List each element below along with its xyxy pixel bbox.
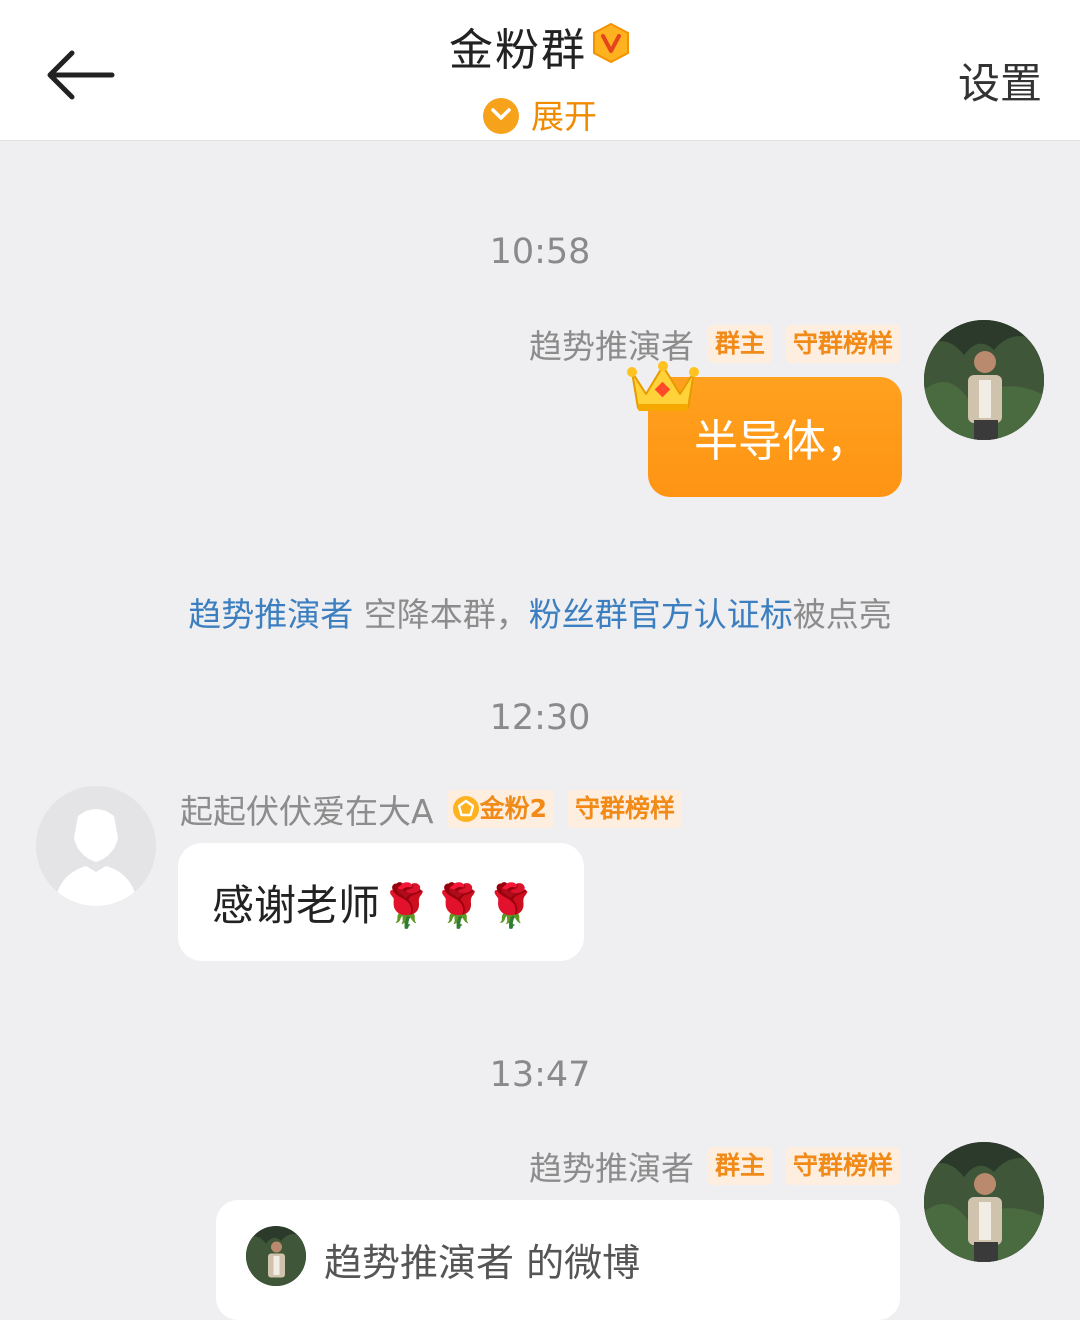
fan-level-text: 金粉2 (479, 794, 547, 823)
system-text: 空降本群， (353, 595, 529, 634)
chat-header: 金粉群 展开 设置 (0, 0, 1080, 141)
verified-v-icon (591, 22, 631, 64)
sender-info: 趋势推演者 群主 守群榜样 (529, 320, 900, 368)
chevron-down-icon (483, 97, 519, 134)
honor-badge: 守群榜样 (567, 790, 682, 828)
avatar-placeholder[interactable] (36, 786, 156, 906)
card-title: 趋势推演者 的微博 (324, 1241, 641, 1285)
expand-button[interactable]: 展开 (0, 90, 1080, 138)
sender-name[interactable]: 趋势推演者 (529, 1142, 694, 1190)
message-bubble[interactable]: 感谢老师🌹🌹🌹 (178, 843, 584, 961)
role-badge: 群主 (707, 325, 772, 363)
sender-info: 起起伏伏爱在大A 金粉2 守群榜样 (180, 785, 682, 833)
system-notice: 趋势推演者 空降本群，粉丝群官方认证标被点亮 (0, 588, 1080, 636)
avatar[interactable] (924, 1142, 1044, 1262)
card-avatar (246, 1226, 306, 1286)
message-text: 感谢老师🌹🌹🌹 (212, 880, 537, 930)
avatar[interactable] (924, 320, 1044, 440)
crown-icon (626, 360, 700, 422)
timestamp: 10:58 (489, 232, 591, 272)
timestamp: 12:30 (489, 698, 591, 738)
honor-badge: 守群榜样 (785, 1147, 900, 1185)
group-title: 金粉群 (449, 25, 587, 76)
role-badge: 群主 (707, 1147, 772, 1185)
weibo-card[interactable]: 趋势推演者 的微博 (216, 1200, 900, 1320)
sender-info: 趋势推演者 群主 守群榜样 (529, 1142, 900, 1190)
system-text-end: 被点亮 (792, 595, 892, 634)
message-text: 半导体， (694, 416, 870, 467)
sender-name[interactable]: 起起伏伏爱在大A (180, 785, 434, 833)
expand-label: 展开 (531, 97, 597, 136)
fan-level-badge: 金粉2 (447, 790, 554, 828)
system-user-link[interactable]: 趋势推演者 (188, 595, 353, 634)
timestamp: 13:47 (489, 1055, 591, 1095)
honor-badge: 守群榜样 (785, 325, 900, 363)
settings-button[interactable]: 设置 (958, 50, 1042, 111)
fan-badge-icon (452, 796, 479, 822)
certification-link[interactable]: 粉丝群官方认证标 (529, 595, 793, 634)
